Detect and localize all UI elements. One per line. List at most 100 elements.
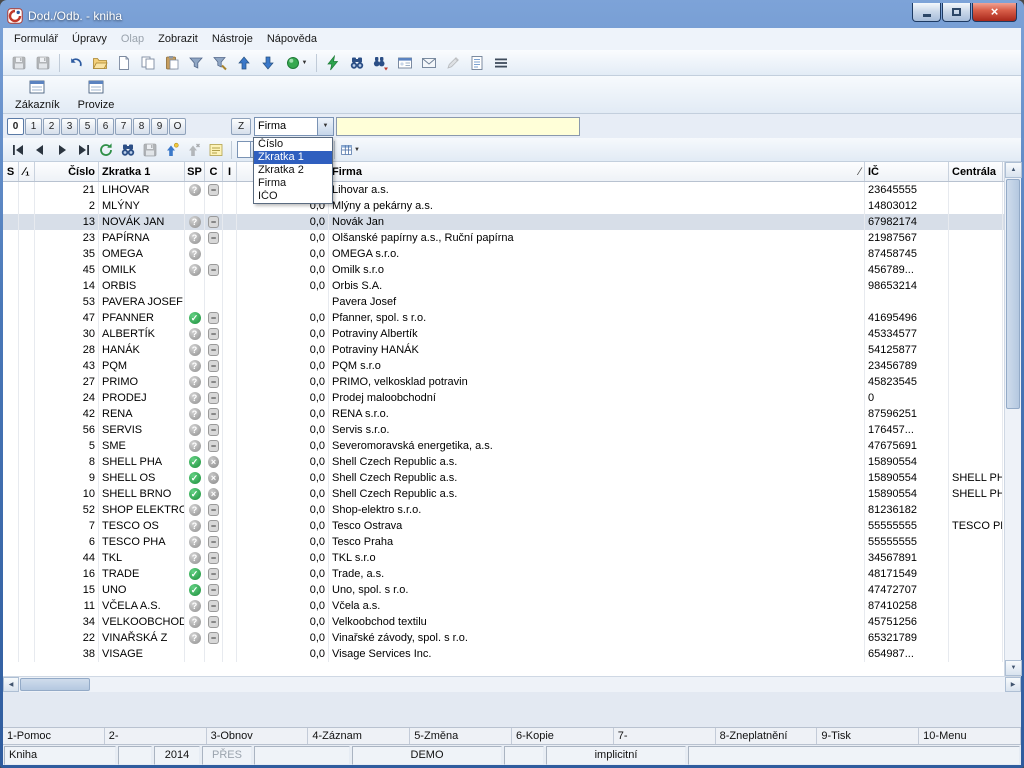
tab-0[interactable]: 0 [7, 118, 24, 135]
vertical-scroll-thumb[interactable] [1006, 179, 1020, 409]
table-row[interactable]: 42RENA?−0,0RENA s.r.o.87596251 [3, 406, 1004, 422]
table-row[interactable]: 45OMILK?−0,0Omilk s.r.o456789... [3, 262, 1004, 278]
maximize-button[interactable] [942, 3, 971, 22]
close-button[interactable]: × [972, 3, 1017, 22]
table-row[interactable]: 28HANÁK?−0,0Potraviny HANÁK54125877 [3, 342, 1004, 358]
dropdown-option-zkratka-2[interactable]: Zkratka 2 [254, 164, 332, 177]
provize-button[interactable]: Provize [74, 78, 119, 112]
first-record-icon[interactable] [8, 140, 28, 160]
process-icon[interactable] [322, 52, 344, 74]
column-header-c[interactable]: C [205, 162, 223, 181]
horizontal-scrollbar[interactable]: ◀ ▶ [3, 676, 1021, 692]
table-row[interactable]: 21LIHOVAR?−0,0Lihovar a.s.23645555 [3, 182, 1004, 198]
tab-5[interactable]: 5 [79, 118, 96, 135]
table-row[interactable]: 13NOVÁK JAN?−0,0Novák Jan67982174 [3, 214, 1004, 230]
table-row[interactable]: 16TRADE✓−0,0Trade, a.s.48171549 [3, 566, 1004, 582]
tab-8[interactable]: 8 [133, 118, 150, 135]
fkey-6[interactable]: 6-Kopie [512, 728, 614, 744]
minimize-button[interactable] [912, 3, 941, 22]
find-next-icon[interactable] [370, 52, 392, 74]
scroll-down-arrow-icon[interactable]: ▼ [1005, 660, 1022, 676]
open-folder-icon[interactable] [89, 52, 111, 74]
column-header-firma[interactable]: Firma∕ [329, 162, 865, 181]
move-down-icon[interactable] [257, 52, 279, 74]
menu-nastroje[interactable]: Nástroje [205, 31, 260, 47]
filter-edit-icon[interactable] [209, 52, 231, 74]
copy-icon[interactable] [137, 52, 159, 74]
tab-3[interactable]: 3 [61, 118, 78, 135]
undo-icon[interactable] [65, 52, 87, 74]
find-icon[interactable] [118, 140, 138, 160]
table-row[interactable]: 56SERVIS?−0,0Servis s.r.o.176457... [3, 422, 1004, 438]
table-row[interactable]: 52SHOP ELEKTRO?−0,0Shop-elektro s.r.o.81… [3, 502, 1004, 518]
column-header-sp[interactable]: SP [185, 162, 205, 181]
move-up-icon[interactable] [233, 52, 255, 74]
contacts-card-icon[interactable] [394, 52, 416, 74]
fkey-10[interactable]: 10-Menu [919, 728, 1021, 744]
table-row[interactable]: 35OMEGA?0,0OMEGA s.r.o.87458745 [3, 246, 1004, 262]
table-row[interactable]: 8SHELL PHA✓×0,0Shell Czech Republic a.s.… [3, 454, 1004, 470]
scroll-right-arrow-icon[interactable]: ▶ [1005, 677, 1021, 692]
tab-7[interactable]: 7 [115, 118, 132, 135]
table-row[interactable]: 47PFANNER✓−0,0Pfanner, spol. s r.o.41695… [3, 310, 1004, 326]
table-row[interactable]: 9SHELL OS✓×0,0Shell Czech Republic a.s.1… [3, 470, 1004, 486]
table-row[interactable]: 43PQM?−0,0PQM s.r.o23456789 [3, 358, 1004, 374]
vertical-scrollbar[interactable]: ▲ ▼ [1004, 162, 1021, 676]
new-document-icon[interactable] [113, 52, 135, 74]
table-row[interactable]: 6TESCO PHA?−0,0Tesco Praha55555555 [3, 534, 1004, 550]
mail-icon[interactable] [418, 52, 440, 74]
tab-o[interactable]: O [169, 118, 186, 135]
horizontal-scroll-thumb[interactable] [20, 678, 90, 691]
filter-column-combo[interactable]: Firma ▼ [254, 117, 334, 136]
tab-1[interactable]: 1 [25, 118, 42, 135]
next-record-icon[interactable] [52, 140, 72, 160]
table-row[interactable]: 5SME?−0,0Severomoravská energetika, a.s.… [3, 438, 1004, 454]
table-row[interactable]: 7TESCO OS?−0,0Tesco Ostrava55555555TESCO… [3, 518, 1004, 534]
scroll-left-arrow-icon[interactable]: ◀ [3, 677, 19, 692]
find-icon[interactable] [346, 52, 368, 74]
chevron-down-icon[interactable]: ▼ [317, 118, 333, 135]
table-row[interactable]: 27PRIMO?−0,0PRIMO, velkosklad potravin45… [3, 374, 1004, 390]
table-row[interactable]: 34VELKOOBCHOD?−0,0Velkoobchod textilu457… [3, 614, 1004, 630]
fkey-7[interactable]: 7- [614, 728, 716, 744]
notes-icon[interactable] [206, 140, 226, 160]
fkey-5[interactable]: 5-Změna [410, 728, 512, 744]
bookmark-add-icon[interactable] [162, 140, 182, 160]
menu-napoveda[interactable]: Nápověda [260, 31, 324, 47]
column-header-i[interactable]: I [223, 162, 237, 181]
scroll-up-arrow-icon[interactable]: ▲ [1005, 162, 1022, 178]
prev-record-icon[interactable] [30, 140, 50, 160]
fkey-8[interactable]: 8-Zneplatnění [716, 728, 818, 744]
journal-icon[interactable] [466, 52, 488, 74]
fkey-3[interactable]: 3-Obnov [207, 728, 309, 744]
table-row[interactable]: 23PAPÍRNA?−0,0Olšanské papírny a.s., Ruč… [3, 230, 1004, 246]
paste-icon[interactable] [161, 52, 183, 74]
dropdown-option-ico[interactable]: IČO [254, 190, 332, 203]
column-header-cislo[interactable]: Číslo [35, 162, 99, 181]
menu-list-icon[interactable] [490, 52, 512, 74]
menu-formular[interactable]: Formulář [7, 31, 65, 47]
quick-search-input[interactable] [336, 117, 580, 136]
tab-z-button[interactable]: Z [231, 118, 251, 135]
tab-6[interactable]: 6 [97, 118, 114, 135]
table-row[interactable]: 15UNO✓−0,0Uno, spol. s r.o.47472707 [3, 582, 1004, 598]
table-row[interactable]: 44TKL?−0,0TKL s.r.o34567891 [3, 550, 1004, 566]
table-row[interactable]: 53PAVERA JOSEFPavera Josef [3, 294, 1004, 310]
table-row[interactable]: 2MLÝNY0,0Mlýny a pekárny a.s.14803012 [3, 198, 1004, 214]
table-row[interactable]: 14ORBIS0,0Orbis S.A.98653214 [3, 278, 1004, 294]
dropdown-option-zkratka-1[interactable]: Zkratka 1 [254, 151, 332, 164]
refresh-icon[interactable] [96, 140, 116, 160]
table-row[interactable]: 24PRODEJ?−0,0Prodej maloobchodní0 [3, 390, 1004, 406]
fkey-2[interactable]: 2- [105, 728, 207, 744]
table-row[interactable]: 10SHELL BRNO✓×0,0Shell Czech Republic a.… [3, 486, 1004, 502]
dropdown-option-firma[interactable]: Firma [254, 177, 332, 190]
dropdown-option-cislo[interactable]: Číslo [254, 138, 332, 151]
fkey-1[interactable]: 1-Pomoc [3, 728, 105, 744]
zakaznik-button[interactable]: Zákazník [11, 78, 64, 112]
table-row[interactable]: 11VČELA A.S.?−0,0Včela a.s.87410258 [3, 598, 1004, 614]
table-row[interactable]: 30ALBERTÍK?−0,0Potraviny Albertík4533457… [3, 326, 1004, 342]
view-options-icon[interactable]: ▼ [281, 52, 311, 74]
menu-upravy[interactable]: Úpravy [65, 31, 114, 47]
last-record-icon[interactable] [74, 140, 94, 160]
column-header-sort[interactable]: ∕₁ [19, 162, 35, 181]
